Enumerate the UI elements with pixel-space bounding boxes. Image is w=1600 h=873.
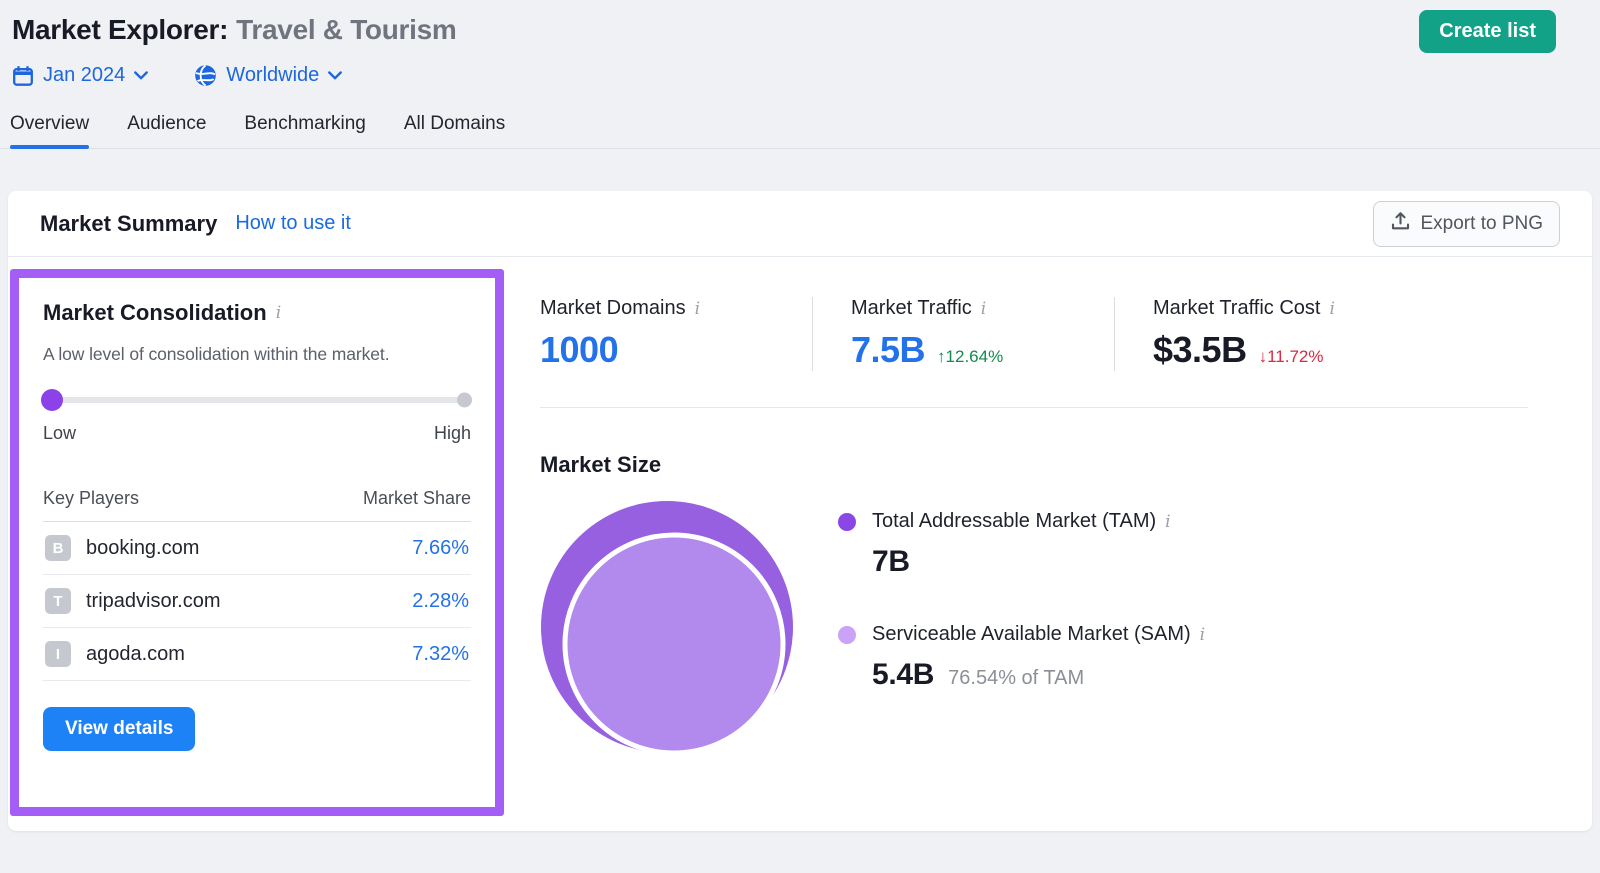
summary-right-column: Market Domains i 1000 Market Traffic i 7… [504,257,1592,830]
stat-label: Market Traffic [851,297,972,320]
page-title: Market Explorer: Travel & Tourism [12,14,456,46]
section-divider [540,407,1528,408]
slider-low-label: Low [43,423,76,444]
date-selector-label: Jan 2024 [43,64,125,87]
stat-market-traffic-cost: Market Traffic Cost i $3.5B ↓11.72% [1114,297,1371,371]
stat-change-badge: ↑12.64% [937,347,1003,367]
domain-link[interactable]: agoda.com [86,643,185,666]
stat-value: 7.5B [851,329,925,371]
page-header: Market Explorer: Travel & Tourism Create … [0,0,1600,87]
region-selector[interactable]: Worldwide [194,64,342,87]
sam-legend-dot [838,626,856,644]
market-share-value[interactable]: 2.28% [412,590,469,613]
card-title: Market Summary [40,211,217,237]
market-size-content: Total Addressable Market (TAM) i 7B Serv… [540,500,1528,767]
table-row[interactable]: B booking.com 7.66% [43,522,471,575]
slider-end-dot [457,393,472,408]
key-players-column-header: Key Players [43,488,139,509]
info-icon[interactable]: i [1329,299,1334,319]
page-title-market: Travel & Tourism [236,14,456,45]
card-header: Market Summary How to use it Export to P… [8,191,1592,257]
info-icon[interactable]: i [276,303,281,323]
globe-icon [194,64,217,87]
table-row[interactable]: I agoda.com 7.32% [43,628,471,681]
market-size-title: Market Size [540,452,1528,478]
slider-labels: Low High [43,423,471,444]
export-to-png-button[interactable]: Export to PNG [1373,201,1561,247]
title-row: Market Explorer: Travel & Tourism [12,14,1556,46]
slider-knob[interactable] [41,389,63,411]
card-body: Market Consolidation i A low level of co… [8,257,1592,830]
stat-label: Market Traffic Cost [1153,297,1320,320]
tab-benchmarking[interactable]: Benchmarking [244,113,365,148]
sam-label: Serviceable Available Market (SAM) [872,623,1191,646]
export-icon [1390,211,1411,237]
market-share-value[interactable]: 7.32% [412,643,469,666]
tab-all-domains[interactable]: All Domains [404,113,505,148]
key-players-table-header: Key Players Market Share [43,488,471,522]
info-icon[interactable]: i [1200,625,1205,645]
tab-audience[interactable]: Audience [127,113,206,148]
table-row[interactable]: T tripadvisor.com 2.28% [43,575,471,628]
favicon-badge: I [45,641,71,667]
stat-change-badge: ↓11.72% [1259,347,1324,367]
how-to-use-link[interactable]: How to use it [235,212,351,235]
page-title-prefix: Market Explorer: [12,14,228,45]
sam-pct-of-tam: 76.54% of TAM [948,667,1084,690]
market-size-bubble-chart [540,500,796,767]
consolidation-description: A low level of consolidation within the … [43,344,471,365]
market-consolidation-panel: Market Consolidation i A low level of co… [10,269,504,816]
domain-link[interactable]: tripadvisor.com [86,590,221,613]
stat-label: Market Domains [540,297,686,320]
view-details-button[interactable]: View details [43,707,195,751]
tam-label: Total Addressable Market (TAM) [872,510,1156,533]
consolidation-title: Market Consolidation [43,300,267,326]
date-selector[interactable]: Jan 2024 [12,64,148,87]
create-list-button[interactable]: Create list [1419,10,1556,53]
sam-value: 5.4B [872,658,934,692]
market-summary-card: Market Summary How to use it Export to P… [8,191,1592,831]
sam-circle [565,535,783,753]
favicon-badge: B [45,535,71,561]
tam-value: 7B [872,545,910,579]
chevron-down-icon [134,71,148,80]
export-button-label: Export to PNG [1421,213,1544,235]
stat-value: $3.5B [1153,329,1247,371]
consolidation-slider[interactable] [43,389,471,411]
tab-overview[interactable]: Overview [10,113,89,148]
info-icon[interactable]: i [981,299,986,319]
stat-value: 1000 [540,329,618,371]
region-selector-label: Worldwide [226,64,319,87]
calendar-icon [12,65,34,87]
slider-high-label: High [434,423,471,444]
tab-bar: Overview Audience Benchmarking All Domai… [0,113,1600,149]
selectors-row: Jan 2024 Worldwide [12,64,1556,87]
favicon-badge: T [45,588,71,614]
tam-legend-dot [838,513,856,531]
stat-market-domains: Market Domains i 1000 [540,297,812,371]
stat-market-traffic: Market Traffic i 7.5B ↑12.64% [812,297,1114,371]
stats-row: Market Domains i 1000 Market Traffic i 7… [540,297,1528,371]
info-icon[interactable]: i [1165,512,1170,532]
chevron-down-icon [328,71,342,80]
info-icon[interactable]: i [695,299,700,319]
domain-link[interactable]: booking.com [86,537,199,560]
legend-entry-sam: Serviceable Available Market (SAM) i 5.4… [838,623,1205,692]
market-share-value[interactable]: 7.66% [412,537,469,560]
slider-track [43,397,471,403]
market-size-legend: Total Addressable Market (TAM) i 7B Serv… [838,510,1205,767]
key-players-table: Key Players Market Share B booking.com 7… [43,488,471,681]
legend-entry-tam: Total Addressable Market (TAM) i 7B [838,510,1205,579]
market-share-column-header: Market Share [363,488,471,509]
